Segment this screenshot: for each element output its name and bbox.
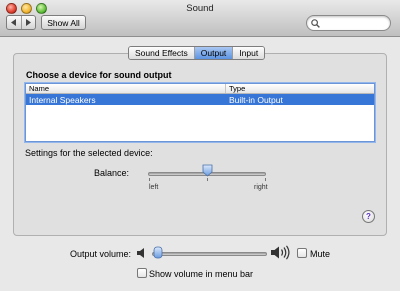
balance-tick-left <box>149 178 150 181</box>
sound-preferences-window: Sound Show All Sound Effects Output Inpu… <box>0 0 400 291</box>
table-header: Name Type <box>26 84 374 94</box>
tab-input[interactable]: Input <box>233 47 265 59</box>
chevron-right-icon <box>26 19 32 26</box>
balance-tick-center <box>207 178 208 181</box>
main-content-panel <box>13 53 387 236</box>
output-volume-slider-knob[interactable] <box>153 246 163 259</box>
table-row[interactable]: Internal Speakers Built-in Output <box>26 94 374 105</box>
balance-left-label: left <box>149 184 159 191</box>
settings-section-title: Settings for the selected device: <box>25 148 153 158</box>
balance-tick-right <box>265 178 266 181</box>
back-button[interactable] <box>7 16 22 29</box>
window-title: Sound <box>186 3 214 14</box>
speaker-low-icon <box>137 248 144 258</box>
balance-label: Balance: <box>94 168 130 178</box>
window-toolbar: Sound Show All <box>0 0 400 37</box>
balance-right-label: right <box>254 184 268 191</box>
device-type-cell: Built-in Output <box>229 94 283 105</box>
search-input[interactable] <box>322 17 390 29</box>
tab-sound-effects[interactable]: Sound Effects <box>129 47 195 59</box>
output-volume-label: Output volume: <box>70 249 132 259</box>
output-device-table[interactable]: Name Type Internal Speakers Built-in Out… <box>25 83 375 142</box>
help-button[interactable]: ? <box>362 210 375 223</box>
column-header-type[interactable]: Type <box>226 84 374 93</box>
show-volume-menu-bar-checkbox[interactable] <box>137 268 147 278</box>
chevron-left-icon <box>10 19 16 26</box>
tab-output[interactable]: Output <box>194 47 234 59</box>
forward-button[interactable] <box>22 16 36 29</box>
speaker-high-icon <box>271 245 290 260</box>
tab-bar: Sound Effects Output Input <box>128 46 266 60</box>
mute-label: Mute <box>310 249 331 259</box>
magnifier-icon <box>311 18 320 28</box>
device-name-cell: Internal Speakers <box>29 94 96 105</box>
output-volume-slider-track[interactable] <box>152 252 267 256</box>
balance-slider-knob[interactable] <box>202 164 213 177</box>
device-section-title: Choose a device for sound output <box>26 70 172 80</box>
search-field[interactable] <box>306 15 391 31</box>
column-header-name[interactable]: Name <box>26 84 226 93</box>
show-all-button[interactable]: Show All <box>41 15 86 30</box>
show-volume-menu-bar-label: Show volume in menu bar <box>149 269 254 279</box>
mute-checkbox[interactable] <box>297 248 307 258</box>
back-forward-group <box>6 15 36 30</box>
